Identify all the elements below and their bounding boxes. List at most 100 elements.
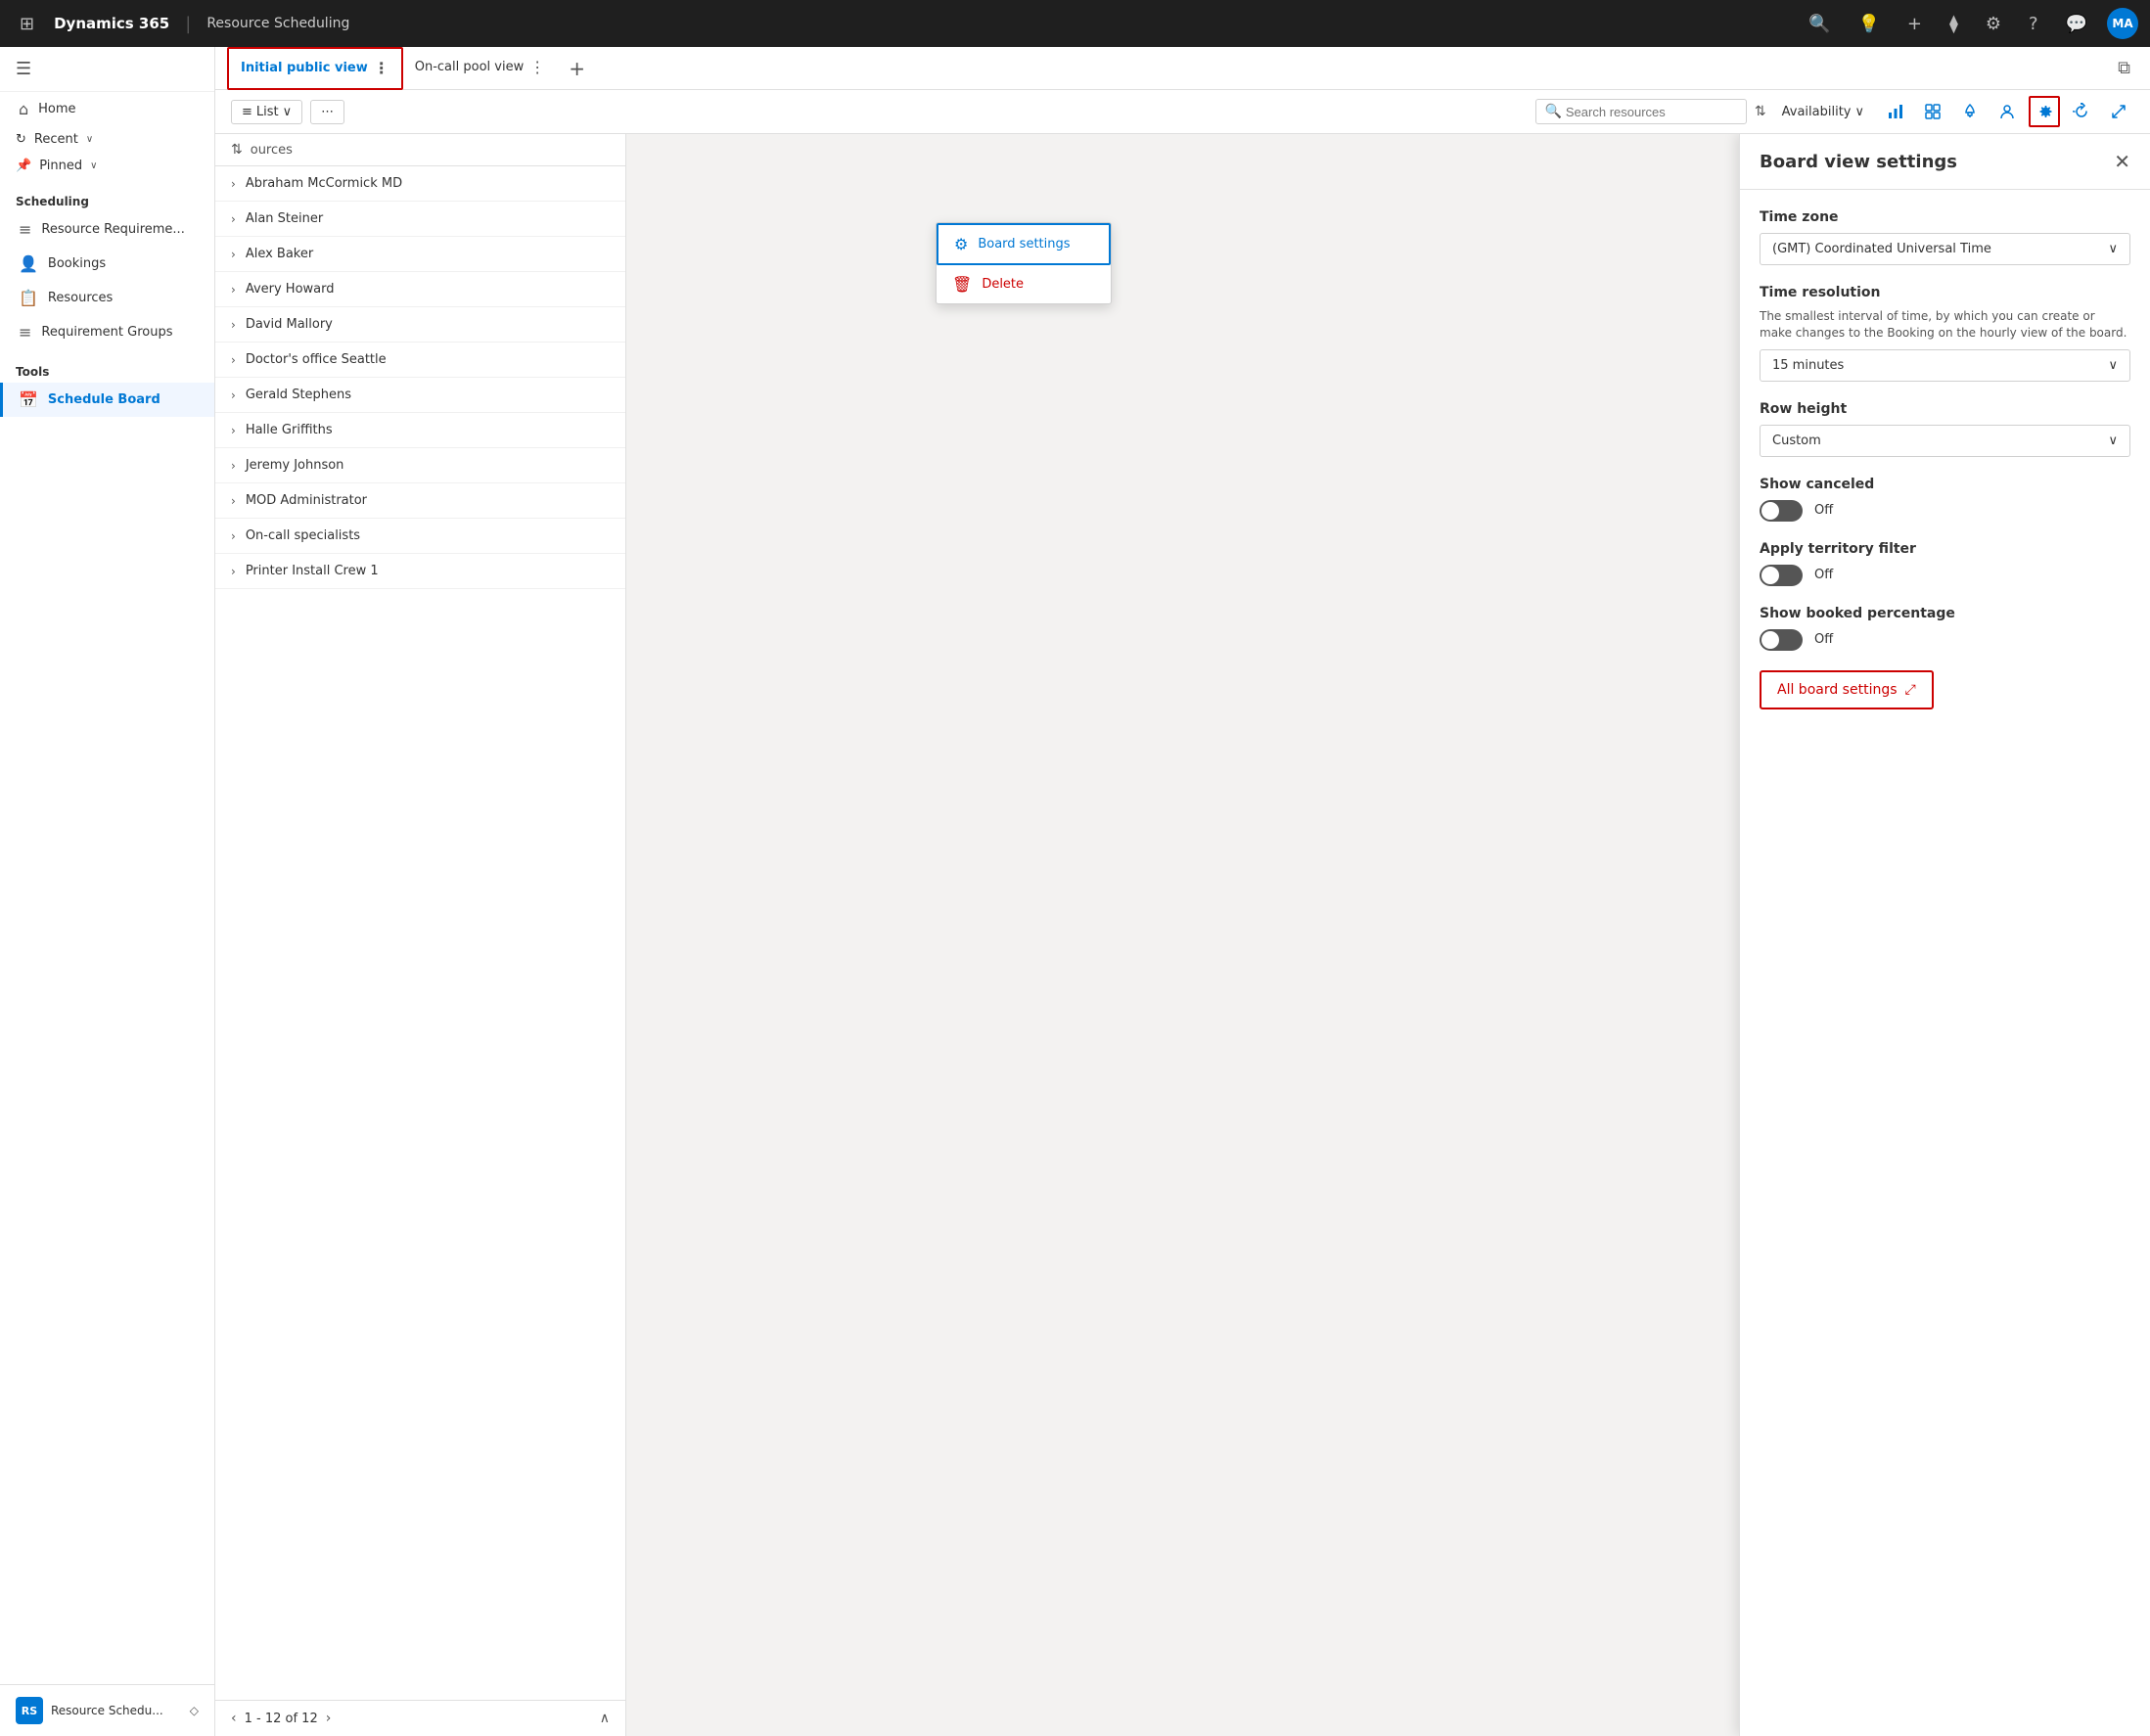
settings-icon[interactable]: ⚙ <box>1978 10 2009 38</box>
content-area: Initial public view ⋮ On-call pool view … <box>215 47 2150 1736</box>
resource-row[interactable]: › Alex Baker <box>215 237 625 272</box>
resource-row[interactable]: › On-call specialists <box>215 519 625 554</box>
tab-more-icon[interactable]: ⋮ <box>374 59 389 77</box>
settings-body: Time zone (GMT) Coordinated Universal Ti… <box>1740 190 2150 729</box>
all-board-settings-button[interactable]: All board settings ⤢ <box>1760 670 1934 709</box>
chat-icon[interactable]: 💬 <box>2058 10 2095 38</box>
time-resolution-select[interactable]: 15 minutes ∨ <box>1760 349 2130 382</box>
sort-icon[interactable]: ⇅ <box>1755 104 1766 119</box>
recent-icon: ↻ <box>16 132 26 147</box>
resource-row[interactable]: › Avery Howard <box>215 272 625 307</box>
tools-section-label: Tools <box>0 349 214 383</box>
sidebar-req-groups-label: Requirement Groups <box>41 325 172 340</box>
show-canceled-toggle[interactable] <box>1760 500 1803 522</box>
list-view-button[interactable]: ≡ List ∨ <box>231 100 302 124</box>
resource-row[interactable]: › Jeremy Johnson <box>215 448 625 483</box>
timezone-select[interactable]: (GMT) Coordinated Universal Time ∨ <box>1760 233 2130 265</box>
resource-row[interactable]: › Halle Griffiths <box>215 413 625 448</box>
panel-area: ⇅ ources › Abraham McCormick MD › Alan S… <box>215 134 2150 1736</box>
show-canceled-label: Show canceled <box>1760 477 2130 492</box>
resource-row[interactable]: › Doctor's office Seattle <box>215 343 625 378</box>
tab-more-icon[interactable]: ⋮ <box>529 58 545 76</box>
context-menu-board-settings[interactable]: ⚙ Board settings <box>937 223 1111 265</box>
pagination-up-button[interactable]: ∧ <box>600 1711 610 1726</box>
close-settings-button[interactable]: ✕ <box>2114 150 2130 173</box>
external-link-icon: ⤢ <box>1905 682 1916 698</box>
expand-row-icon: › <box>231 283 236 297</box>
refresh-button[interactable] <box>2066 96 2097 127</box>
search-icon[interactable]: 🔍 <box>1801 10 1838 38</box>
board-settings-toolbar-button[interactable] <box>2029 96 2060 127</box>
resource-row[interactable]: › MOD Administrator <box>215 483 625 519</box>
context-menu: ⚙ Board settings 🗑 Delete <box>936 222 1112 304</box>
sidebar-item-label: Home <box>38 102 75 116</box>
resource-name: Printer Install Crew 1 <box>246 564 379 578</box>
resource-row[interactable]: › Printer Install Crew 1 <box>215 554 625 589</box>
sidebar-footer: RS Resource Schedu... ◇ <box>0 1684 214 1736</box>
sidebar-item-schedule-board[interactable]: 📅 Schedule Board <box>0 383 214 417</box>
availability-button[interactable]: Availability ∨ <box>1774 101 1872 123</box>
filter-icon[interactable]: ⧫ <box>1942 10 1966 38</box>
expand-row-icon: › <box>231 353 236 367</box>
tab-label: Initial public view <box>241 61 368 75</box>
resource-name: David Mallory <box>246 317 333 332</box>
sidebar-item-pinned[interactable]: 📌 Pinned ∨ <box>0 153 214 179</box>
expand-row-icon: › <box>231 529 236 543</box>
resource-row[interactable]: › Abraham McCormick MD <box>215 166 625 202</box>
brand-name: Dynamics 365 <box>54 15 169 32</box>
view-all-button[interactable] <box>1917 96 1948 127</box>
sidebar-item-resources[interactable]: 📋 Resources <box>0 281 214 315</box>
list-icon: ≡ <box>242 105 252 119</box>
expand-button[interactable] <box>2103 96 2134 127</box>
pagination-prev-button[interactable]: ‹ <box>231 1711 237 1726</box>
sidebar-item-bookings[interactable]: 👤 Bookings <box>0 247 214 281</box>
chevron-down-icon: ∨ <box>90 160 97 171</box>
resource-name: MOD Administrator <box>246 493 367 508</box>
user-avatar[interactable]: MA <box>2107 8 2138 39</box>
booked-percentage-field: Show booked percentage Off <box>1760 606 2130 651</box>
tab-initial-public-view[interactable]: Initial public view ⋮ <box>227 47 403 90</box>
alerts-button[interactable] <box>1954 96 1986 127</box>
resource-name: Avery Howard <box>246 282 335 297</box>
resource-row[interactable]: › Alan Steiner <box>215 202 625 237</box>
resource-name: Halle Griffiths <box>246 423 333 437</box>
expand-row-icon: › <box>231 388 236 402</box>
pin-icon: 📌 <box>16 159 31 173</box>
search-resources-box[interactable]: 🔍 <box>1535 99 1746 124</box>
tab-on-call-pool-view[interactable]: On-call pool view ⋮ <box>403 47 557 90</box>
reports-button[interactable] <box>1880 96 1911 127</box>
person-button[interactable] <box>1991 96 2023 127</box>
row-height-label: Row height <box>1760 401 2130 417</box>
rs-icon: RS <box>16 1697 43 1724</box>
resource-row[interactable]: › Gerald Stephens <box>215 378 625 413</box>
sidebar-item-home[interactable]: ⌂ Home <box>0 92 214 126</box>
lightbulb-icon[interactable]: 💡 <box>1850 10 1887 38</box>
resource-list-header: ⇅ ources <box>215 134 625 166</box>
popout-icon[interactable]: ⧉ <box>2110 54 2138 82</box>
help-icon[interactable]: ? <box>2021 10 2046 38</box>
context-menu-delete[interactable]: 🗑 Delete <box>937 265 1111 303</box>
pagination-info: 1 - 12 of 12 <box>245 1712 318 1726</box>
footer-chevron-icon[interactable]: ◇ <box>190 1704 199 1717</box>
more-options-button[interactable]: ⋯ <box>310 100 344 124</box>
sidebar-item-resource-req[interactable]: ≡ Resource Requireme... <box>0 212 214 247</box>
booked-percentage-toggle[interactable] <box>1760 629 1803 651</box>
sort-resources-icon[interactable]: ⇅ <box>231 142 243 158</box>
app-grid-icon[interactable]: ⊞ <box>12 10 42 38</box>
territory-filter-toggle[interactable] <box>1760 565 1803 586</box>
add-icon[interactable]: + <box>1899 10 1930 38</box>
resource-row[interactable]: › David Mallory <box>215 307 625 343</box>
add-tab-button[interactable]: + <box>561 57 593 80</box>
territory-filter-toggle-label: Off <box>1814 568 1833 582</box>
pagination-next-button[interactable]: › <box>326 1711 332 1726</box>
resource-name: Abraham McCormick MD <box>246 176 402 191</box>
sidebar-item-req-groups[interactable]: ≡ Requirement Groups <box>0 315 214 349</box>
resource-name: Alex Baker <box>246 247 313 261</box>
search-input[interactable] <box>1566 105 1738 119</box>
toolbar: ≡ List ∨ ⋯ 🔍 ⇅ Availability ∨ <box>215 90 2150 134</box>
hamburger-menu-icon[interactable]: ☰ <box>16 59 31 79</box>
sidebar-item-recent[interactable]: ↻ Recent ∨ <box>0 126 214 153</box>
row-height-select[interactable]: Custom ∨ <box>1760 425 2130 457</box>
search-icon: 🔍 <box>1544 104 1561 119</box>
sidebar-footer-text: Resource Schedu... <box>51 1704 163 1717</box>
